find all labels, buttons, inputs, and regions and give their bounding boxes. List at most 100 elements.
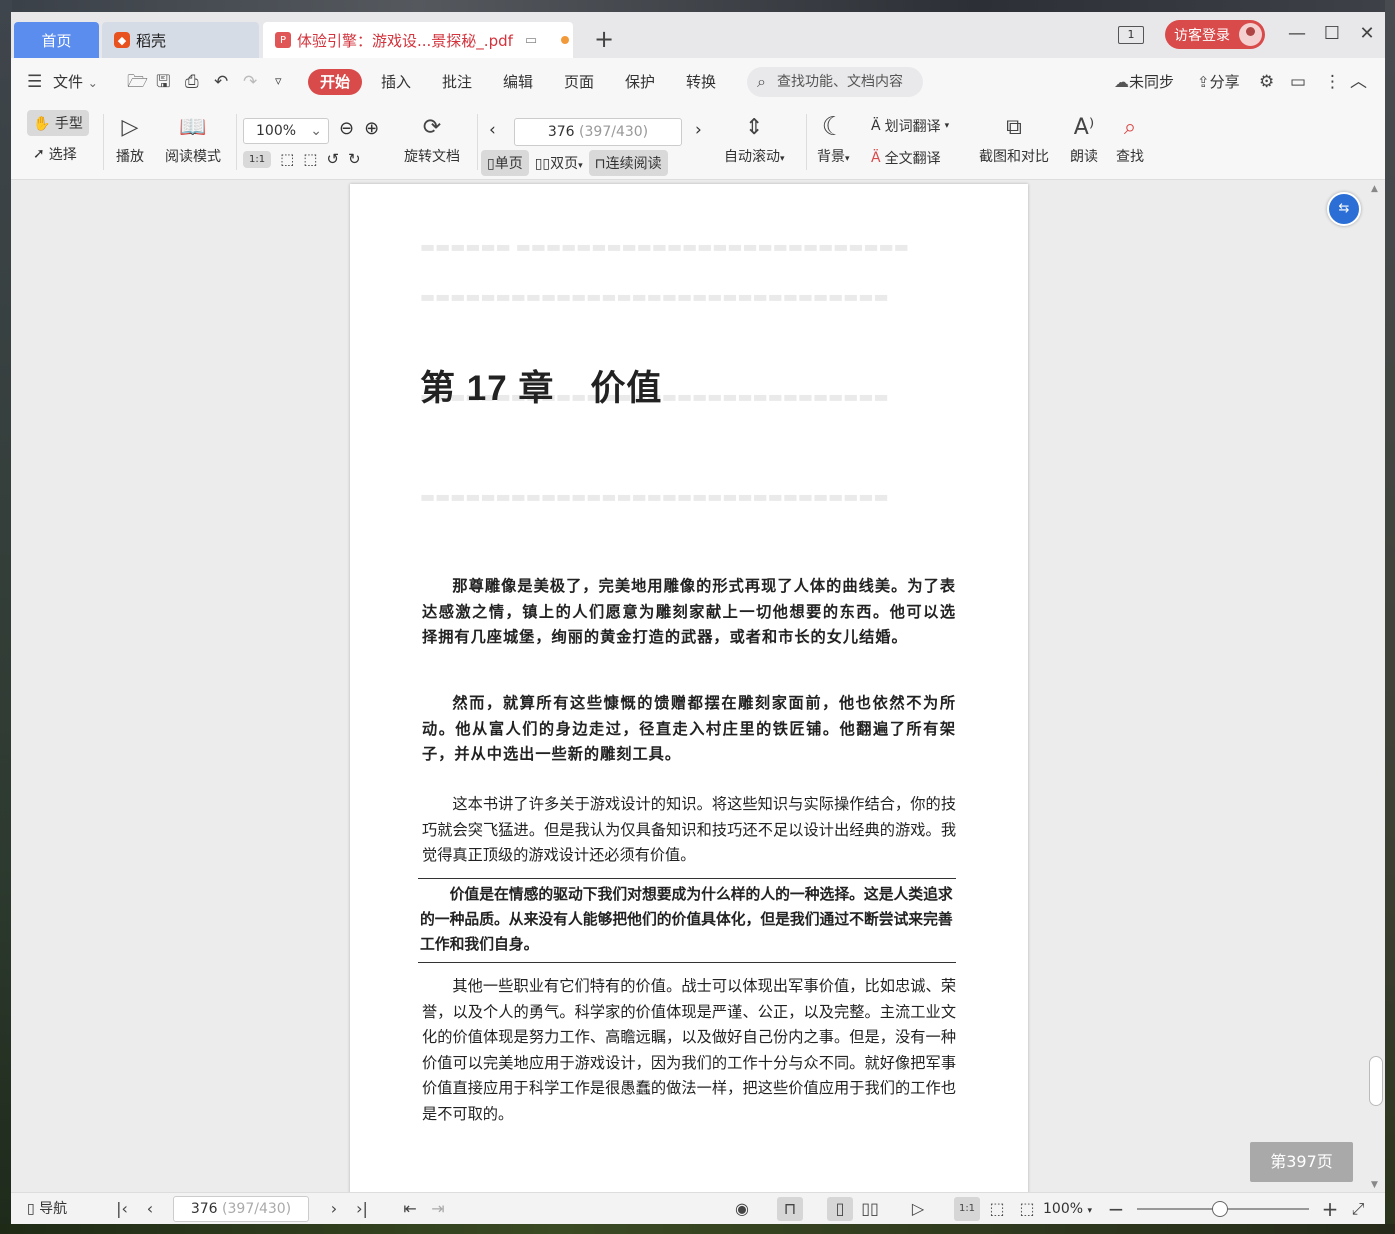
share-label: 分享 — [1209, 73, 1240, 91]
first-page-icon[interactable]: |‹ — [109, 1197, 135, 1221]
page-number-input[interactable]: 376 (397/430) — [514, 118, 682, 146]
close-button[interactable]: ✕ — [1349, 22, 1385, 46]
background-button[interactable]: ☾ 背景▾ — [817, 112, 850, 166]
ribbon-divider — [806, 114, 807, 170]
menu-insert[interactable]: 插入 — [381, 69, 411, 95]
new-tab-button[interactable]: + — [589, 24, 619, 54]
sync-status[interactable]: ☁未同步 — [1114, 69, 1174, 95]
next-page-button[interactable]: › — [695, 120, 702, 140]
tab-daoke[interactable]: ◆ 稻壳 — [102, 22, 259, 58]
menu-page[interactable]: 页面 — [564, 69, 594, 95]
single-page-button[interactable]: ▯单页 — [481, 150, 529, 176]
auto-scroll-button[interactable]: ⇕ 自动滚动▾ — [724, 112, 785, 166]
rotate-left-icon[interactable]: ↺ — [326, 150, 339, 168]
menu-convert[interactable]: 转换 — [686, 69, 716, 95]
hamburger-icon[interactable]: ☰ — [27, 69, 42, 95]
menu-file[interactable]: 文件 ⌄ — [53, 69, 98, 95]
value-definition-quote: 价值是在情感的驱动下我们对想要成为什么样的人的一种选择。这是人类追求的一种品质。… — [418, 878, 956, 963]
tab-home[interactable]: 首页 — [14, 22, 99, 58]
screenshot-icon: ⧉ — [1006, 114, 1022, 140]
rotate-document-button[interactable]: ⟳ 旋转文档 — [404, 112, 460, 166]
settings-gear-icon[interactable]: ⚙ — [1259, 69, 1274, 95]
status-page-current: 376 — [190, 1201, 218, 1217]
last-page-icon[interactable]: ›| — [349, 1197, 375, 1221]
comment-icon[interactable]: ▭ — [1290, 69, 1306, 95]
play-button[interactable]: ▷ 播放 — [115, 112, 145, 166]
ribbon-toolbar: ✋ 手型 ➚ 选择 ▷ 播放 📖 阅读模式 100% ⌄ ⊖ ⊕ 1:1 ⬚ ⬚ … — [11, 104, 1385, 180]
undo-icon[interactable]: ↶ — [214, 69, 228, 95]
forward-icon[interactable]: ⇥ — [425, 1197, 451, 1221]
menu-start[interactable]: 开始 — [308, 69, 363, 95]
play-icon[interactable]: ▷ — [905, 1197, 931, 1221]
actual-size-icon[interactable]: 1:1 — [954, 1197, 980, 1221]
print-icon[interactable]: ⎙ — [185, 69, 199, 95]
continuous-read-button[interactable]: ⊓连续阅读 — [588, 150, 668, 176]
zoom-select[interactable]: 100% ⌄ — [243, 118, 329, 144]
navigation-toggle[interactable]: ▯ 导航 — [27, 1197, 67, 1221]
zoom-in-plus-icon[interactable]: + — [1317, 1197, 1343, 1221]
redo-icon[interactable]: ↷ — [243, 69, 257, 95]
sync-label: 未同步 — [1129, 73, 1175, 91]
hand-tool-button[interactable]: ✋ 手型 — [27, 110, 89, 136]
read-aloud-icon: A⁾ — [1073, 114, 1095, 140]
open-folder-icon[interactable]: 🗁 — [127, 69, 148, 95]
status-page-input[interactable]: 376 (397/430) — [173, 1196, 309, 1222]
chevron-down-icon: ▾ — [845, 154, 850, 164]
back-icon[interactable]: ⇤ — [397, 1197, 423, 1221]
read-aloud-button[interactable]: A⁾ 朗读 — [1069, 112, 1099, 166]
screenshot-compare-button[interactable]: ⧉ 截图和对比 — [979, 112, 1049, 166]
guest-login-button[interactable]: 访客登录 — [1165, 20, 1265, 49]
share-button[interactable]: ⇪分享 — [1197, 69, 1240, 95]
window-count-icon[interactable]: 1 — [1118, 26, 1144, 44]
collapse-ribbon-icon[interactable]: ︿ — [1350, 69, 1367, 95]
scroll-up-arrow-icon[interactable]: ▲ — [1371, 184, 1378, 194]
fit-width-icon[interactable]: ⬚ — [1014, 1197, 1040, 1221]
find-button[interactable]: ⌕ 查找 — [1115, 112, 1145, 166]
chevron-down-icon: ▾ — [1087, 1206, 1093, 1216]
zoom-out-minus-icon[interactable]: − — [1103, 1197, 1129, 1221]
vertical-scrollbar-thumb[interactable] — [1369, 1056, 1383, 1106]
tab-document[interactable]: P 体验引擎：游戏设...景探秘_.pdf ▭ — [263, 22, 573, 58]
single-page-view-icon[interactable]: ▯ — [827, 1197, 853, 1221]
read-mode-button[interactable]: 📖 阅读模式 — [165, 112, 221, 166]
chevron-left-icon: ‹ — [489, 120, 496, 140]
menu-protect[interactable]: 保护 — [625, 69, 655, 95]
menu-edit[interactable]: 编辑 — [503, 69, 533, 95]
minimize-button[interactable]: — — [1279, 22, 1315, 46]
menu-annotate[interactable]: 批注 — [442, 69, 472, 95]
read-mode-label: 阅读模式 — [165, 149, 221, 165]
next-page-icon[interactable]: › — [321, 1197, 347, 1221]
fullscreen-icon[interactable]: ⤢ — [1345, 1197, 1371, 1221]
floating-convert-icon[interactable]: ⇆ — [1327, 192, 1361, 226]
eye-protection-icon[interactable]: ◉ — [729, 1197, 755, 1221]
screen-icon[interactable]: ▭ — [525, 33, 537, 48]
find-label: 查找 — [1116, 149, 1144, 165]
zoom-slider-knob[interactable] — [1212, 1201, 1228, 1217]
maximize-button[interactable]: ☐ — [1314, 22, 1350, 46]
chevron-down-icon: ▾ — [944, 121, 950, 131]
search-input[interactable]: ⌕ 查找功能、文档内容 — [747, 67, 923, 97]
double-page-view-icon[interactable]: ▯▯ — [857, 1197, 883, 1221]
actual-size-icon[interactable]: 1:1 — [243, 150, 272, 168]
more-vertical-icon[interactable]: ⋮ — [1324, 69, 1341, 95]
page-show-through: ▬▬▬▬▬▬▬▬▬▬▬▬▬▬▬▬▬▬▬▬▬▬▬▬▬▬▬▬▬▬▬ — [420, 487, 889, 506]
document-viewport[interactable]: ▬▬▬▬▬▬ ▬▬▬▬▬▬▬▬▬▬▬▬▬▬▬▬▬▬▬▬▬▬▬▬▬▬ ▬▬▬▬▬▬… — [11, 180, 1385, 1192]
fit-page-icon[interactable]: ⬚ — [280, 150, 294, 168]
zoom-in-icon[interactable]: ⊕ — [364, 118, 379, 139]
rotate-right-icon[interactable]: ↻ — [348, 150, 361, 168]
double-page-button[interactable]: ▯▯双页▾ — [535, 153, 583, 173]
page-show-through: ▬▬▬▬▬▬ ▬▬▬▬▬▬▬▬▬▬▬▬▬▬▬▬▬▬▬▬▬▬▬▬▬▬ — [420, 237, 909, 256]
scroll-down-arrow-icon[interactable]: ▼ — [1371, 1180, 1378, 1190]
prev-page-button[interactable]: ‹ — [489, 120, 496, 140]
prev-page-icon[interactable]: ‹ — [137, 1197, 163, 1221]
full-translate-button[interactable]: Ä 全文翻译 — [871, 148, 941, 168]
word-translate-button[interactable]: Ä 划词翻译 ▾ — [871, 116, 949, 136]
fit-width-icon[interactable]: ⬚ — [303, 150, 317, 168]
select-tool-button[interactable]: ➚ 选择 — [33, 144, 77, 164]
zoom-out-icon[interactable]: ⊖ — [339, 118, 354, 139]
status-zoom-select[interactable]: 100% ▾ — [1043, 1197, 1092, 1221]
fit-page-icon[interactable]: ⬚ — [984, 1197, 1010, 1221]
more-dropdown-icon[interactable]: ▿ — [275, 69, 282, 95]
save-icon[interactable]: 🖫 — [156, 69, 170, 95]
continuous-view-icon[interactable]: ⊓ — [777, 1197, 803, 1221]
